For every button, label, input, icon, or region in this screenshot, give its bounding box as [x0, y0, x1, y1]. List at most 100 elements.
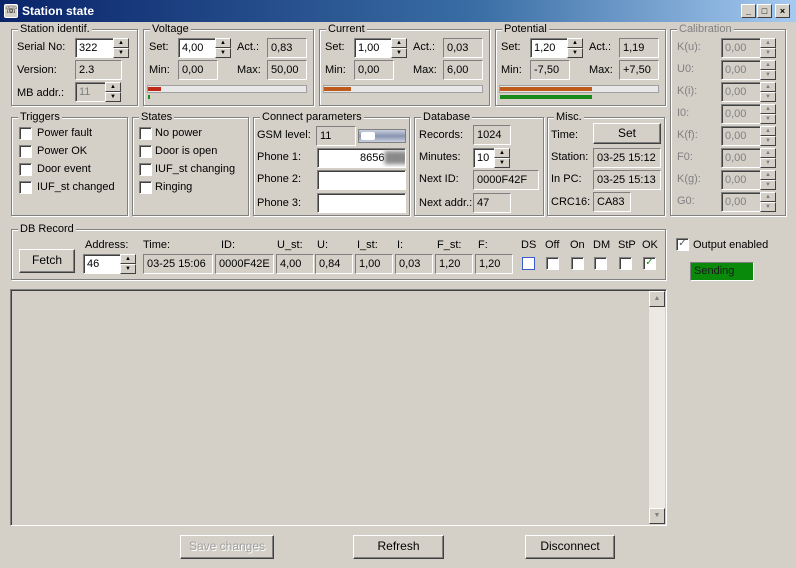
state-checkbox[interactable] — [139, 181, 152, 194]
spin-down-icon[interactable]: ▼ — [760, 136, 776, 146]
calibration-spinner[interactable]: ▲ ▼ — [760, 104, 776, 124]
trigger-checkbox[interactable] — [19, 127, 32, 140]
scroll-up-icon[interactable]: ▲ — [649, 291, 665, 307]
spin-up-icon[interactable]: ▲ — [567, 38, 583, 48]
flag-checkbox[interactable] — [546, 257, 559, 270]
spin-up-icon[interactable]: ▲ — [760, 192, 776, 202]
save-changes-button[interactable]: Save changes — [180, 535, 274, 559]
mb-addr-spinner[interactable]: ▲ ▼ — [105, 82, 121, 102]
scroll-down-icon[interactable]: ▼ — [649, 508, 665, 524]
spin-up-icon[interactable]: ▲ — [760, 38, 776, 48]
calibration-spinner[interactable]: ▲ ▼ — [760, 148, 776, 168]
spin-up-icon[interactable]: ▲ — [760, 60, 776, 70]
voltage-set-input[interactable]: 4,00 — [178, 38, 216, 58]
current-set-input[interactable]: 1,00 — [354, 38, 392, 58]
voltage-set-spinner[interactable]: ▲ ▼ — [215, 38, 231, 58]
spin-down-icon[interactable]: ▼ — [760, 158, 776, 168]
calibration-input[interactable]: 0,00 — [721, 104, 761, 124]
phone3-input[interactable] — [317, 193, 406, 213]
flag-checkbox[interactable] — [619, 257, 632, 270]
spin-up-icon[interactable]: ▲ — [105, 82, 121, 92]
spin-up-icon[interactable]: ▲ — [760, 170, 776, 180]
serial-spinner[interactable]: ▲ ▼ — [113, 38, 129, 58]
spin-up-icon[interactable]: ▲ — [760, 126, 776, 136]
output-enabled-checkbox[interactable]: ✓ — [676, 238, 689, 251]
spin-up-icon[interactable]: ▲ — [760, 104, 776, 114]
calibration-spinner[interactable]: ▲ ▼ — [760, 192, 776, 212]
next-addr-label: Next addr.: — [419, 197, 473, 209]
spin-down-icon[interactable]: ▼ — [113, 48, 129, 58]
state-checkbox[interactable] — [139, 163, 152, 176]
current-set-spinner[interactable]: ▲ ▼ — [391, 38, 407, 58]
state-checkbox[interactable] — [139, 145, 152, 158]
potential-max-label: Max: — [589, 64, 613, 76]
state-checkbox[interactable] — [139, 127, 152, 140]
group-legend: Calibration — [677, 23, 734, 35]
flag-checkbox[interactable] — [594, 257, 607, 270]
spin-up-icon[interactable]: ▲ — [391, 38, 407, 48]
spin-down-icon[interactable]: ▼ — [760, 180, 776, 190]
mb-addr-input[interactable]: 11 — [75, 82, 106, 102]
spin-up-icon[interactable]: ▲ — [120, 254, 136, 264]
calibration-input[interactable]: 0,00 — [721, 148, 761, 168]
trigger-checkbox[interactable] — [19, 145, 32, 158]
calibration-spinner[interactable]: ▲ ▼ — [760, 126, 776, 146]
minutes-input[interactable]: 10 — [473, 148, 495, 168]
set-time-button[interactable]: Set — [593, 123, 661, 144]
flag-label: OK — [642, 239, 658, 251]
spin-up-icon[interactable]: ▲ — [760, 82, 776, 92]
calibration-input[interactable]: 0,00 — [721, 38, 761, 58]
potential-set-input[interactable]: 1,20 — [530, 38, 568, 58]
next-addr-value: 47 — [473, 193, 511, 213]
calibration-spinner[interactable]: ▲ ▼ — [760, 38, 776, 58]
spin-up-icon[interactable]: ▲ — [760, 148, 776, 158]
calibration-input[interactable]: 0,00 — [721, 126, 761, 146]
log-scrollbar[interactable]: ▲ ▼ — [649, 291, 665, 524]
calibration-input[interactable]: 0,00 — [721, 192, 761, 212]
spin-down-icon[interactable]: ▼ — [760, 114, 776, 124]
rec-ust-value: 4,00 — [276, 254, 314, 274]
address-input[interactable]: 46 — [83, 254, 121, 274]
spin-down-icon[interactable]: ▼ — [760, 70, 776, 80]
flag-checkbox[interactable] — [522, 257, 535, 270]
calibration-input[interactable]: 0,00 — [721, 60, 761, 80]
calibration-spinner[interactable]: ▲ ▼ — [760, 82, 776, 102]
address-spinner[interactable]: ▲ ▼ — [120, 254, 136, 274]
close-button[interactable]: × — [775, 4, 790, 18]
flag-checkbox[interactable]: ✓ — [643, 257, 656, 270]
spin-down-icon[interactable]: ▼ — [494, 158, 510, 168]
minimize-button[interactable]: _ — [741, 4, 756, 18]
potential-set-spinner[interactable]: ▲ ▼ — [567, 38, 583, 58]
next-id-value: 0000F42F — [473, 170, 539, 190]
phone2-input[interactable] — [317, 170, 406, 190]
phone1-input[interactable]: 8656███ — [317, 148, 406, 168]
spin-down-icon[interactable]: ▼ — [391, 48, 407, 58]
trigger-checkbox[interactable] — [19, 181, 32, 194]
calibration-input[interactable]: 0,00 — [721, 170, 761, 190]
spin-up-icon[interactable]: ▲ — [215, 38, 231, 48]
spin-down-icon[interactable]: ▼ — [215, 48, 231, 58]
spin-down-icon[interactable]: ▼ — [105, 92, 121, 102]
minutes-spinner[interactable]: ▲ ▼ — [494, 148, 510, 168]
spin-down-icon[interactable]: ▼ — [760, 202, 776, 212]
disconnect-button[interactable]: Disconnect — [525, 535, 615, 559]
spin-down-icon[interactable]: ▼ — [120, 264, 136, 274]
flag-checkbox[interactable] — [571, 257, 584, 270]
log-area[interactable]: ▲ ▼ — [10, 289, 667, 526]
fetch-button[interactable]: Fetch — [19, 249, 75, 273]
spin-down-icon[interactable]: ▼ — [760, 92, 776, 102]
spin-up-icon[interactable]: ▲ — [494, 148, 510, 158]
calibration-spinner[interactable]: ▲ ▼ — [760, 170, 776, 190]
serial-input[interactable]: 322 — [75, 38, 114, 58]
calibration-label: G0: — [677, 195, 695, 207]
rec-fst-label: F_st: — [437, 239, 462, 251]
maximize-button[interactable]: □ — [757, 4, 772, 18]
calibration-spinner[interactable]: ▲ ▼ — [760, 60, 776, 80]
spin-down-icon[interactable]: ▼ — [567, 48, 583, 58]
minutes-label: Minutes: — [419, 151, 461, 163]
trigger-checkbox[interactable] — [19, 163, 32, 176]
spin-up-icon[interactable]: ▲ — [113, 38, 129, 48]
calibration-input[interactable]: 0,00 — [721, 82, 761, 102]
spin-down-icon[interactable]: ▼ — [760, 48, 776, 58]
refresh-button[interactable]: Refresh — [353, 535, 444, 559]
